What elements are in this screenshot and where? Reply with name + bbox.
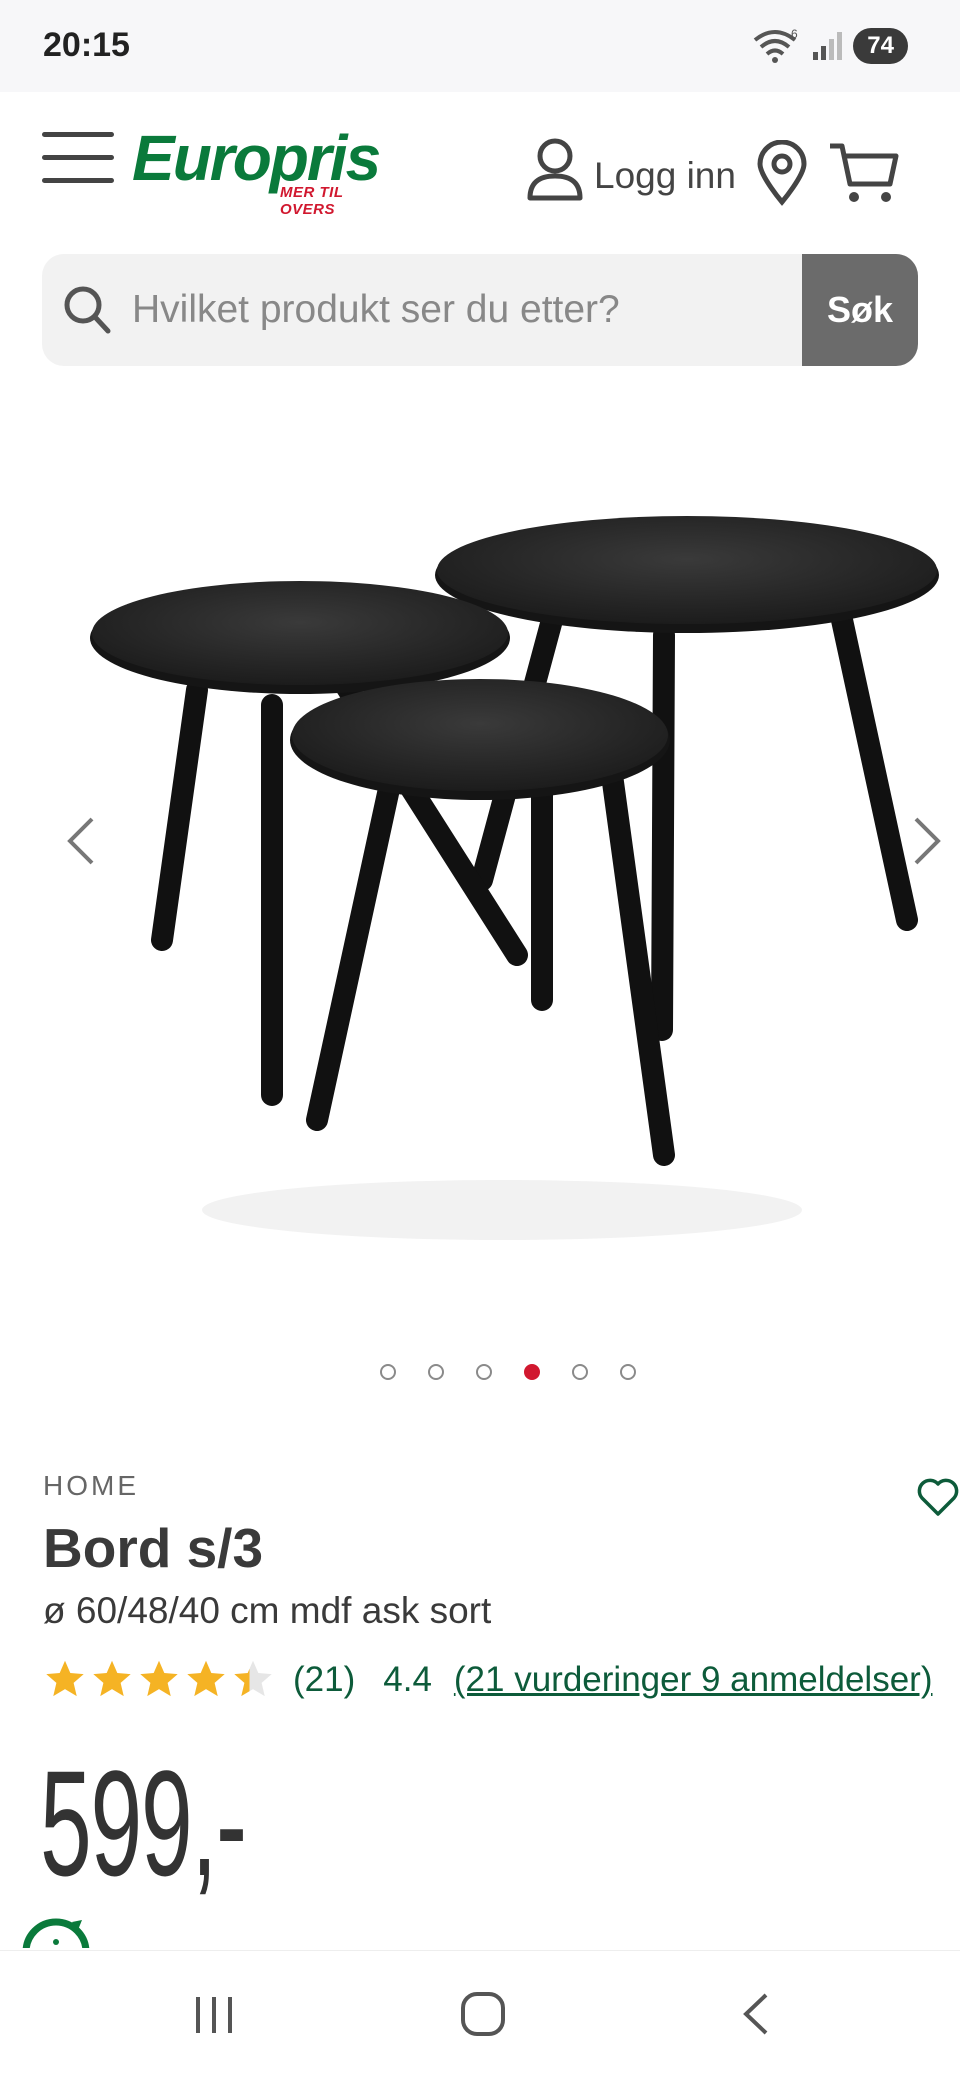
signal-icon (813, 32, 843, 60)
system-nav-bar (0, 1950, 960, 2080)
product-price: 599,- (40, 1739, 247, 1907)
recents-icon[interactable] (190, 1989, 240, 2039)
cart-icon[interactable] (828, 140, 900, 206)
menu-icon (42, 132, 114, 137)
chevron-right-icon[interactable] (912, 815, 942, 867)
gallery-dot[interactable] (572, 1364, 588, 1380)
gallery-dot[interactable] (620, 1364, 636, 1380)
search-input[interactable] (132, 254, 832, 366)
home-icon[interactable] (458, 1989, 508, 2039)
search-icon (64, 286, 111, 334)
rating-stars (43, 1658, 275, 1702)
chevron-left-icon[interactable] (66, 815, 96, 867)
logo-text: Europris (132, 122, 381, 194)
menu-icon-line (42, 178, 114, 183)
status-time: 20:15 (43, 26, 130, 64)
rating-count: (21) (293, 1660, 356, 1699)
product-brand[interactable]: HOME (43, 1470, 139, 1502)
product-title: Bord s/3 (43, 1517, 264, 1579)
user-icon (527, 138, 583, 201)
gallery-dot[interactable] (476, 1364, 492, 1380)
product-image (90, 516, 939, 1240)
europris-logo[interactable]: Europris MER TIL OVERS (132, 122, 392, 218)
logo-tagline: MER TIL OVERS (280, 184, 344, 218)
star-icon (140, 1660, 178, 1697)
gallery-dot[interactable] (428, 1364, 444, 1380)
back-icon[interactable] (732, 1989, 782, 2039)
gallery-dot[interactable] (380, 1364, 396, 1380)
gallery-dots (380, 1364, 636, 1380)
heart-icon[interactable] (916, 1474, 960, 1518)
site-header: Europris MER TIL OVERS Logg inn (0, 92, 960, 242)
login-button[interactable]: Logg inn (526, 136, 736, 202)
star-icon (46, 1660, 84, 1697)
status-icons: 6 74 (753, 28, 908, 64)
menu-icon-line (42, 155, 114, 160)
star-icon (187, 1660, 225, 1697)
recycle-badge-icon[interactable] (20, 1908, 92, 1948)
product-gallery[interactable] (42, 410, 960, 1300)
menu-button[interactable] (42, 132, 114, 188)
location-icon[interactable] (756, 140, 808, 206)
status-bar: 20:15 6 74 (0, 0, 960, 92)
search-button[interactable]: Søk (802, 254, 918, 366)
wifi-icon: 6 (754, 28, 798, 63)
gallery-dot[interactable] (524, 1364, 540, 1380)
rating-value: 4.4 (383, 1660, 432, 1699)
star-icon (93, 1660, 131, 1697)
login-label: Logg inn (594, 155, 736, 196)
search-bar: Søk (42, 254, 918, 366)
wifi-sub-label: 6 (791, 28, 798, 41)
star-icon (234, 1660, 272, 1697)
product-subtitle: ø 60/48/40 cm mdf ask sort (43, 1590, 492, 1631)
rating-row[interactable]: (21) 4.4 (21 vurderinger 9 anmeldelser) (43, 1658, 932, 1702)
battery-indicator: 74 (853, 28, 908, 64)
reviews-link[interactable]: (21 vurderinger 9 anmeldelser) (454, 1660, 933, 1700)
